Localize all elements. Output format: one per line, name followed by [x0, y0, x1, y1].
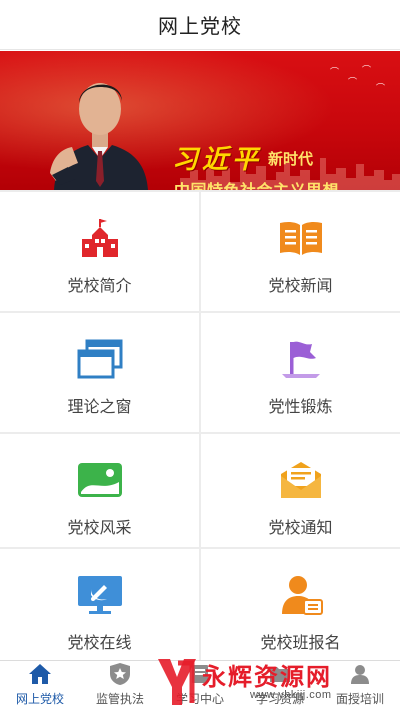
- banner-calligraphy: 习近平: [172, 145, 263, 175]
- banner-era-text: 新时代: [268, 151, 314, 168]
- app-header: 网上党校: [0, 0, 400, 50]
- tab-online-party-school[interactable]: 网上党校: [0, 661, 80, 711]
- banner-thought-text: 中国特色社会主义思想: [174, 177, 339, 190]
- menu-item-label: 党校新闻: [268, 278, 333, 295]
- tab-supervision-enforcement[interactable]: 监管执法: [80, 661, 160, 711]
- page-title: 网上党校: [158, 16, 242, 38]
- menu-item-party-school-online[interactable]: 党校在线: [0, 549, 199, 660]
- landscape-image-icon: [75, 458, 125, 502]
- menu-item-label: 党校简介: [67, 278, 132, 295]
- banner[interactable]: ⌒ ⌒ ⌒ ⌒ 习近平 新时代 中国特色社会主义思想: [0, 51, 400, 190]
- menu-item-label: 党校在线: [67, 635, 132, 652]
- menu-item-party-spirit-training[interactable]: 党性锻炼: [201, 313, 400, 432]
- menu-item-label: 党校通知: [268, 520, 333, 537]
- party-emblem-monitor-icon: [75, 573, 125, 617]
- flag-icon: [276, 337, 326, 381]
- open-book-icon: [276, 216, 326, 260]
- menu-item-party-school-news[interactable]: 党校新闻: [201, 192, 400, 311]
- watermark-text: 永辉资源网: [202, 664, 332, 691]
- leader-portrait: [50, 83, 148, 190]
- menu-item-label: 理论之窗: [67, 399, 132, 416]
- menu-item-label: 党校风采: [67, 520, 132, 537]
- menu-item-label: 党校班报名: [260, 635, 341, 652]
- home-icon: [27, 661, 53, 687]
- menu-grid: 党校简介 党校新闻 理论之窗 党性锻炼 党校风采 党校通知 党校在线 党校班报名: [0, 190, 400, 660]
- menu-item-party-school-style[interactable]: 党校风采: [0, 434, 199, 547]
- school-building-icon: [75, 216, 125, 260]
- menu-item-label: 党性锻炼: [268, 399, 333, 416]
- shield-star-icon: [107, 661, 133, 687]
- windows-icon: [75, 337, 125, 381]
- tab-label: 监管执法: [95, 692, 144, 706]
- envelope-icon: [276, 458, 326, 502]
- user-registration-icon: [276, 573, 326, 617]
- bird-decoration: ⌒: [376, 83, 386, 93]
- bird-decoration: ⌒: [330, 67, 340, 77]
- menu-item-party-school-intro[interactable]: 党校简介: [0, 192, 199, 311]
- bird-decoration: ⌒: [348, 77, 358, 87]
- menu-item-party-school-notice[interactable]: 党校通知: [201, 434, 400, 547]
- menu-item-theory-window[interactable]: 理论之窗: [0, 313, 199, 432]
- watermark-url: www.yhkjjj.com: [250, 689, 332, 701]
- menu-item-class-registration[interactable]: 党校班报名: [201, 549, 400, 660]
- watermark-logo: [158, 659, 196, 705]
- watermark: 永辉资源网 www.yhkjjj.com: [150, 655, 400, 711]
- bird-decoration: ⌒: [362, 65, 372, 75]
- tab-label: 网上党校: [15, 692, 64, 706]
